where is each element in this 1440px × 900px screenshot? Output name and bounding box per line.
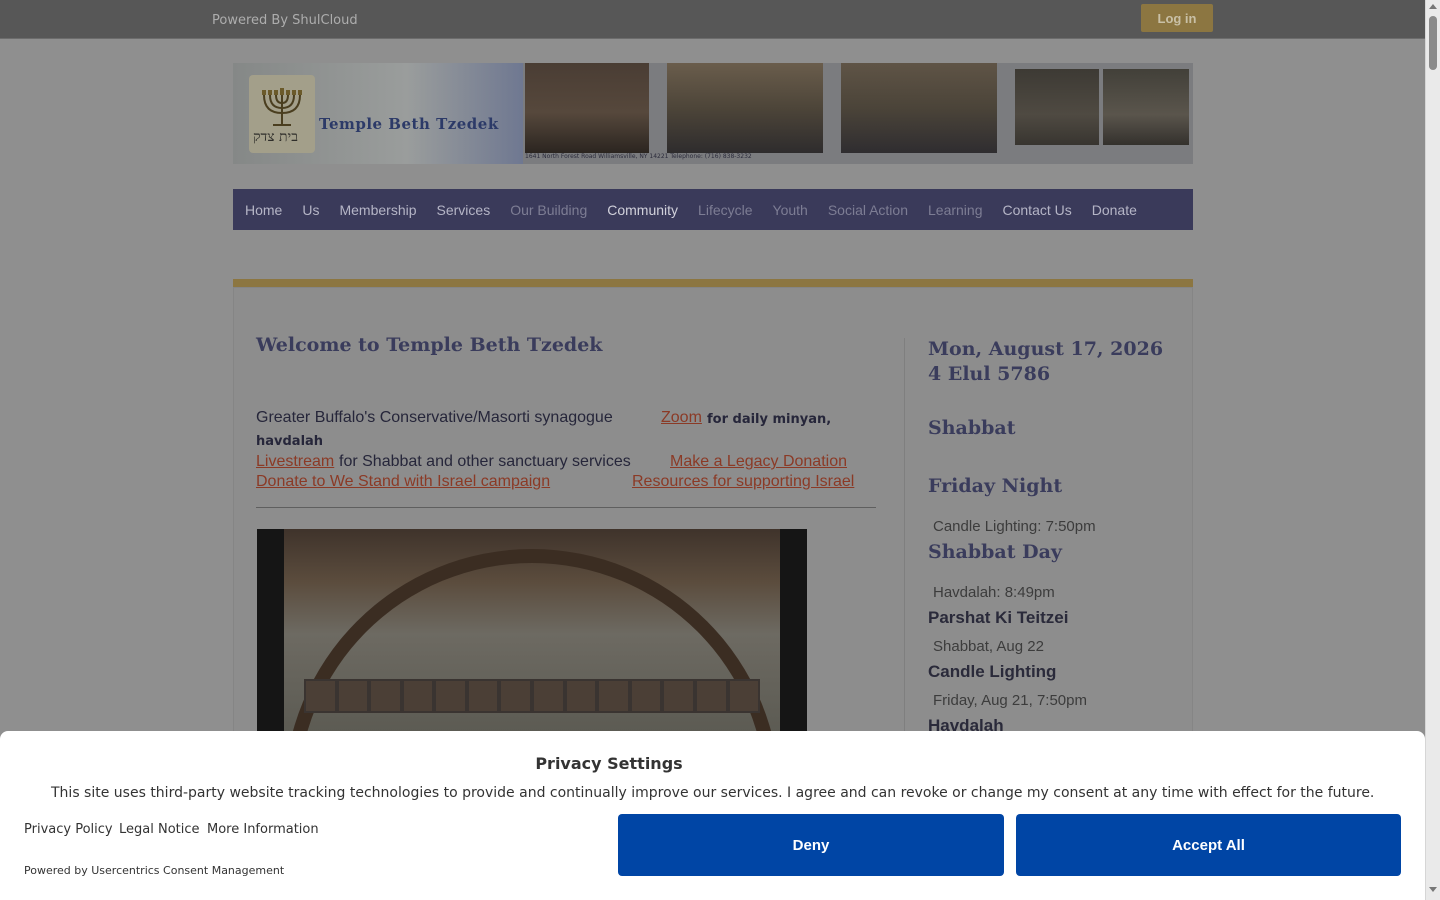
consent-powered-by[interactable]: Powered by Usercentrics Consent Manageme… <box>24 864 284 877</box>
column-divider <box>904 338 905 738</box>
content-divider <box>256 507 876 508</box>
legacy-donation-link[interactable]: Make a Legacy Donation <box>670 453 847 471</box>
livestream-suffix-text: for Shabbat and other sanctuary services <box>339 453 631 470</box>
sidebar-hebrew-date: 4 Elul 5786 <box>928 363 1051 385</box>
sidebar-havdalah-time: Havdalah: 8:49pm <box>933 584 1055 601</box>
consent-description: This site uses third-party website track… <box>51 785 1375 801</box>
nav-community[interactable]: Community <box>607 202 678 218</box>
banner-photo-children <box>1015 69 1099 145</box>
nav-lifecycle[interactable]: Lifecycle <box>698 202 752 218</box>
scrollbar-thumb[interactable] <box>1429 16 1437 70</box>
scroll-down-arrow-icon[interactable] <box>1429 887 1437 892</box>
zoom-suffix-text: for daily minyan, <box>707 412 832 427</box>
nav-us[interactable]: Us <box>302 202 319 218</box>
sidebar-friday-night-heading: Friday Night <box>928 475 1063 497</box>
sidebar-shabbat-day-heading: Shabbat Day <box>928 541 1062 563</box>
sidebar-candle-lighting-label: Candle Lighting <box>928 662 1057 681</box>
login-button[interactable]: Log in <box>1141 4 1213 32</box>
sidebar-parshat: Parshat Ki Teitzei <box>928 608 1069 627</box>
more-information-link[interactable]: More Information <box>207 822 319 837</box>
banner-photo-ark <box>525 63 649 153</box>
banner-title: Temple Beth Tzedek <box>319 115 499 133</box>
sidebar-candle-lighting-time: Candle Lighting: 7:50pm <box>933 518 1096 535</box>
site-banner[interactable]: בית צדק Temple Beth Tzedek 1641 North Fo… <box>233 63 1193 164</box>
sidebar-candle-lighting-date: Friday, Aug 21, 7:50pm <box>933 692 1087 709</box>
sanctuary-photo <box>257 529 807 739</box>
zoom-link[interactable]: Zoom <box>661 409 702 427</box>
nav-our-building[interactable]: Our Building <box>510 202 587 218</box>
nav-donate[interactable]: Donate <box>1092 202 1137 218</box>
livestream-link[interactable]: Livestream <box>256 453 334 471</box>
scroll-up-arrow-icon[interactable] <box>1429 4 1437 9</box>
deny-button[interactable]: Deny <box>618 814 1004 876</box>
vertical-scrollbar[interactable] <box>1425 0 1440 900</box>
banner-logo-area: בית צדק Temple Beth Tzedek <box>233 63 523 164</box>
content-top-accent <box>233 279 1193 287</box>
banner-photo-sanctuary-wide <box>841 63 997 153</box>
menorah-icon <box>262 88 302 126</box>
sidebar-date: Mon, August 17, 2026 4 Elul 5786 <box>928 337 1163 387</box>
privacy-policy-link[interactable]: Privacy Policy <box>24 822 113 837</box>
nav-contact-us[interactable]: Contact Us <box>1003 202 1072 218</box>
israel-resources-link[interactable]: Resources for supporting Israel <box>632 473 854 491</box>
page-title: Welcome to Temple Beth Tzedek <box>256 334 603 356</box>
banner-address: 1641 North Forest Road Williamsville, NY… <box>525 153 752 160</box>
main-navigation: Home Us Membership Services Our Building… <box>233 189 1193 230</box>
nav-social-action[interactable]: Social Action <box>828 202 908 218</box>
nav-home[interactable]: Home <box>245 202 282 218</box>
sidebar-gregorian-date: Mon, August 17, 2026 <box>928 338 1164 360</box>
israel-campaign-link[interactable]: Donate to We Stand with Israel campaign <box>256 473 550 491</box>
sidebar-parshat-date: Shabbat, Aug 22 <box>933 638 1044 655</box>
nav-services[interactable]: Services <box>437 202 491 218</box>
havdalah-text: havdalah <box>256 434 324 449</box>
powered-by-text[interactable]: Powered By ShulCloud <box>212 13 358 28</box>
nav-membership[interactable]: Membership <box>339 202 416 218</box>
nav-learning[interactable]: Learning <box>928 202 983 218</box>
consent-title: Privacy Settings <box>535 754 683 773</box>
privacy-consent-banner: Privacy Settings This site uses third-pa… <box>0 731 1425 900</box>
stained-glass-panels <box>304 679 760 713</box>
intro-text: Greater Buffalo's Conservative/Masorti s… <box>256 409 613 426</box>
legal-notice-link[interactable]: Legal Notice <box>119 822 200 837</box>
accept-all-button[interactable]: Accept All <box>1016 814 1401 876</box>
banner-photo-torah-reading <box>1103 69 1189 145</box>
sidebar-shabbat-heading: Shabbat <box>928 417 1016 439</box>
banner-hebrew-text: בית צדק <box>253 129 298 145</box>
top-bar: Powered By ShulCloud Log in <box>0 0 1425 39</box>
nav-youth[interactable]: Youth <box>773 202 808 218</box>
sanctuary-photo-image <box>284 529 780 739</box>
banner-photo-sanctuary <box>667 63 823 153</box>
